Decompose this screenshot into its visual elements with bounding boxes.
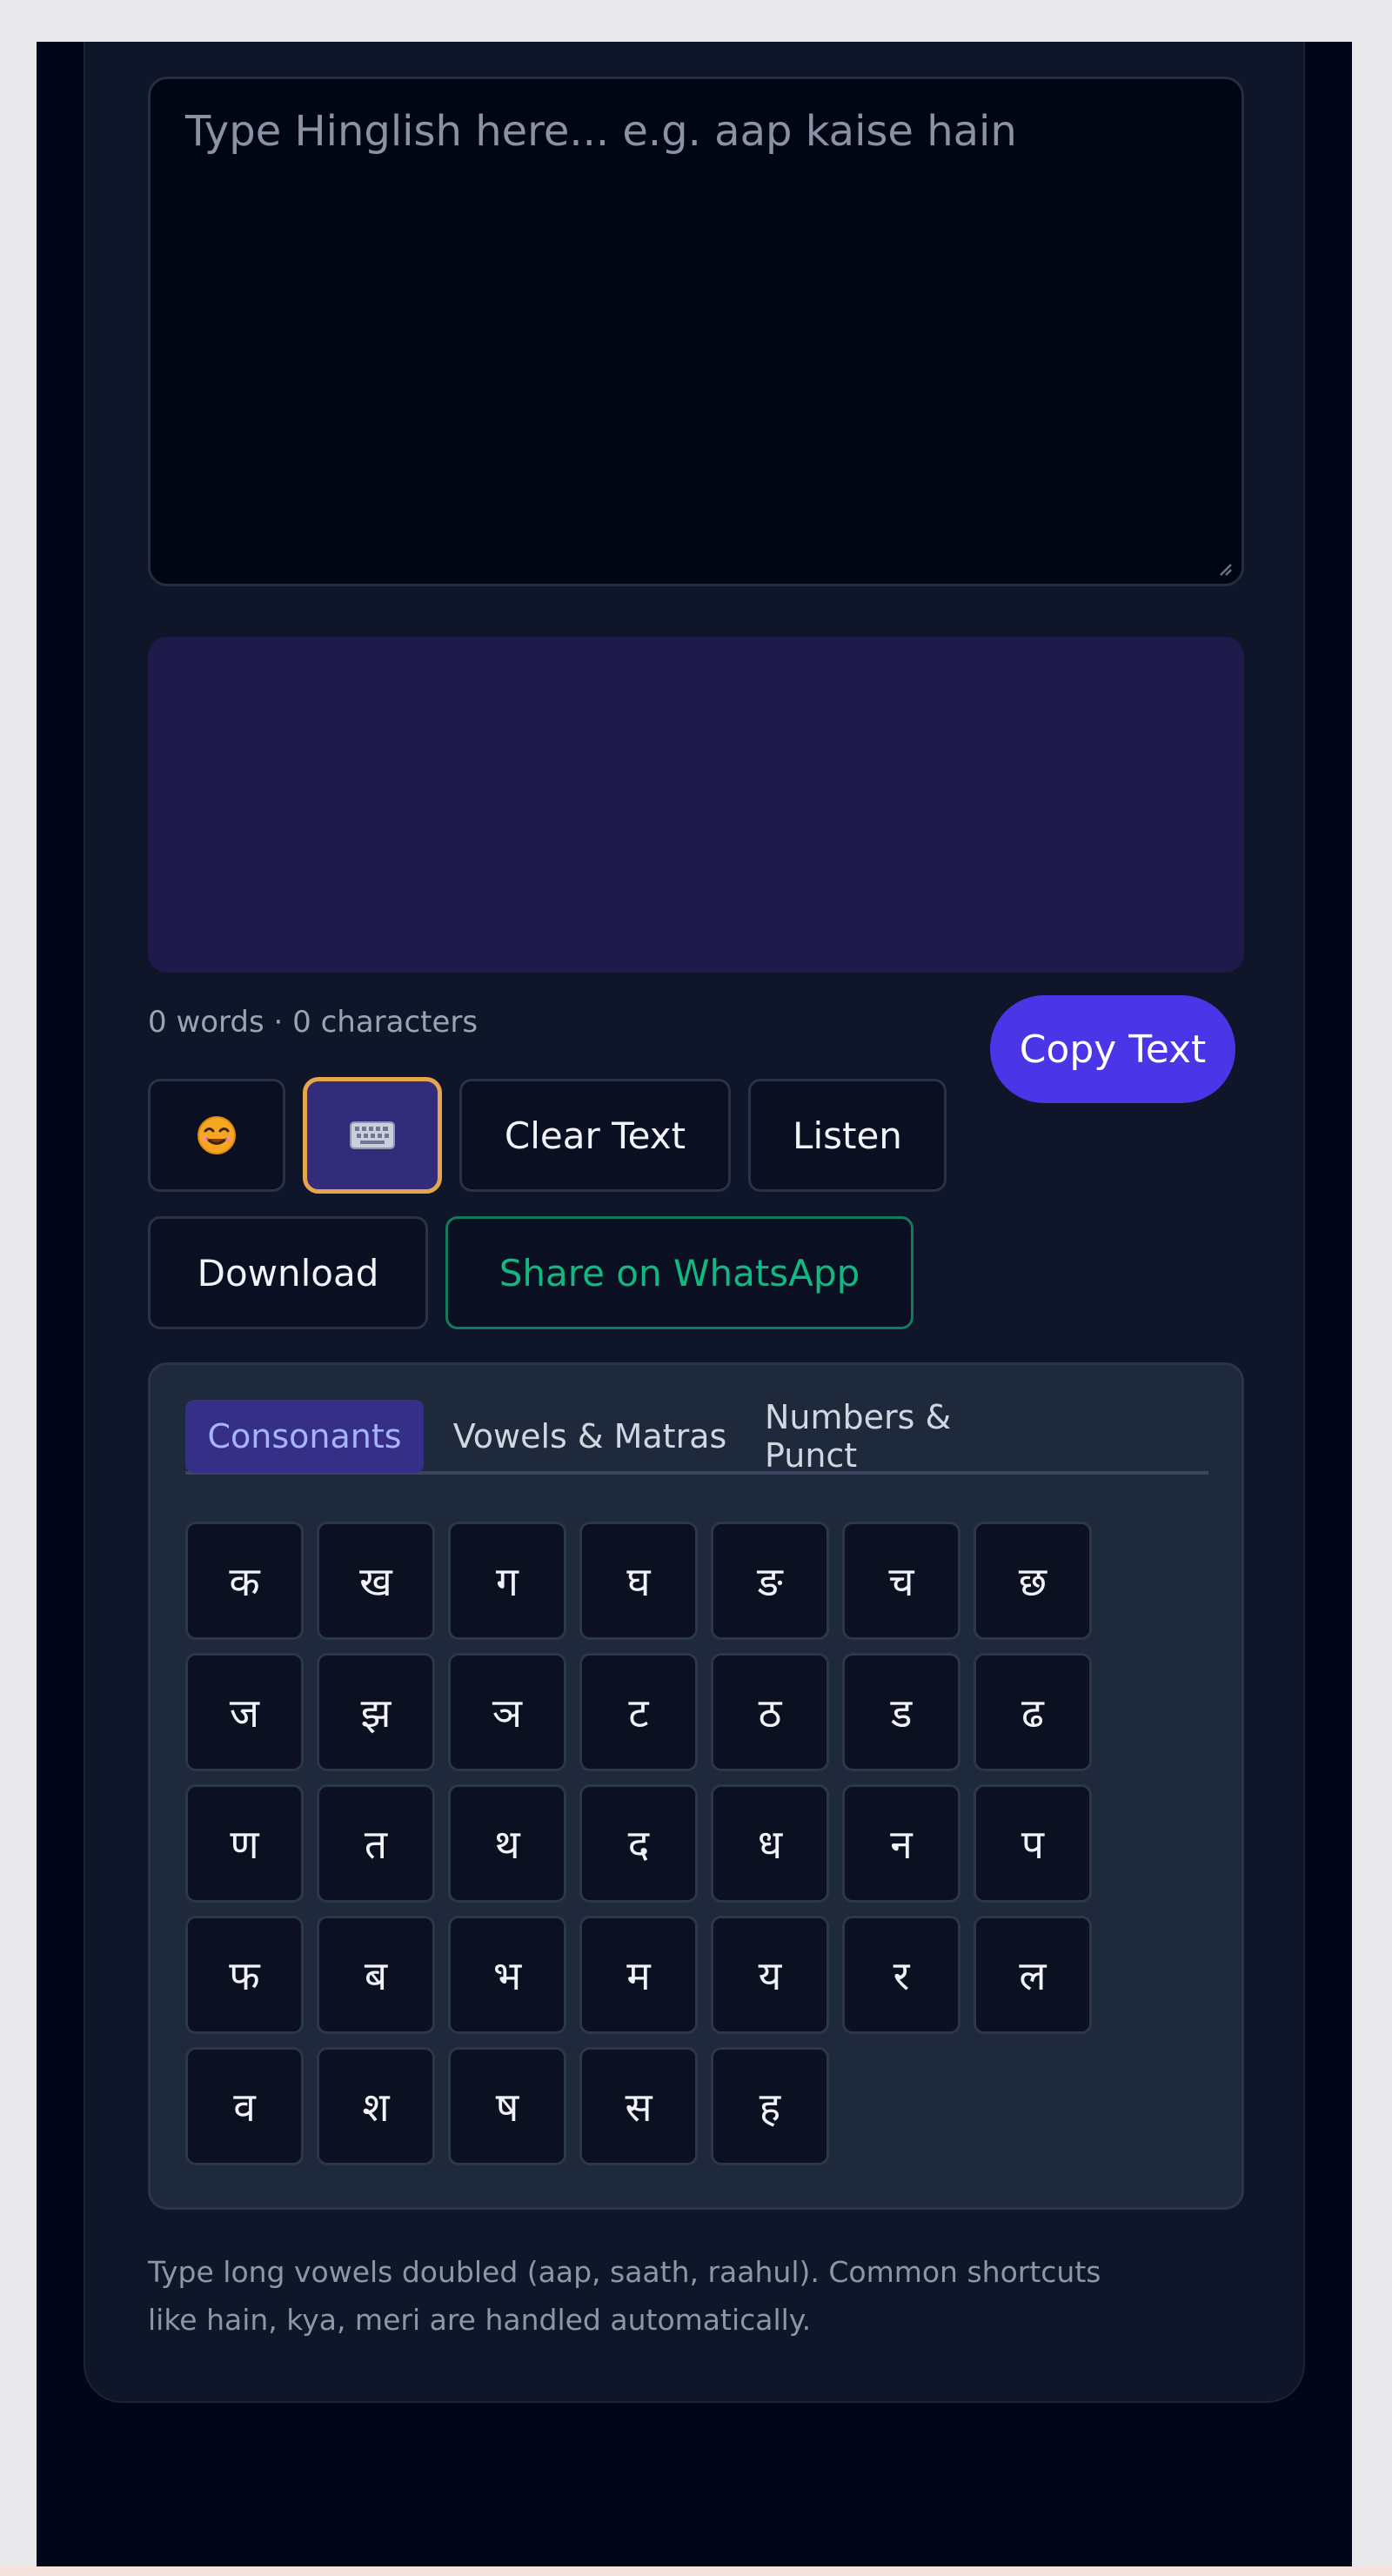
keyboard-key[interactable]: ड	[842, 1653, 960, 1771]
keyboard-key[interactable]: य	[711, 1916, 829, 2034]
keyboard-key[interactable]: भ	[448, 1916, 566, 2034]
keyboard-key[interactable]: ग	[448, 1522, 566, 1640]
keyboard-key[interactable]: ब	[317, 1916, 435, 2034]
resize-handle-icon[interactable]	[1217, 561, 1233, 577]
keyboard-key[interactable]: ज	[185, 1653, 304, 1771]
copy-text-button[interactable]: Copy Text	[990, 995, 1235, 1103]
keyboard-key[interactable]: ह	[711, 2047, 829, 2165]
clear-text-button[interactable]: Clear Text	[459, 1079, 731, 1192]
keyboard-key[interactable]: ल	[974, 1916, 1092, 2034]
keyboard-key[interactable]: घ	[579, 1522, 698, 1640]
keyboard-key[interactable]: ख	[317, 1522, 435, 1640]
keyboard-key[interactable]: ढ	[974, 1653, 1092, 1771]
download-button[interactable]: Download	[148, 1216, 428, 1329]
keyboard-key[interactable]: झ	[317, 1653, 435, 1771]
tab-numbers-punct[interactable]: Numbers & Punct	[765, 1398, 1041, 1475]
keyboard-tabs: Consonants Vowels & Matras Numbers & Pun…	[185, 1398, 1208, 1475]
keyboard-key[interactable]: त	[317, 1784, 435, 1903]
keyboard-key[interactable]: न	[842, 1784, 960, 1903]
keyboard-key[interactable]: श	[317, 2047, 435, 2165]
transliterator-card: Type Hinglish here... e.g. aap kaise hai…	[84, 42, 1305, 2403]
hint-line: Type long vowels doubled (aap, saath, ra…	[148, 2255, 1101, 2289]
keyboard-key[interactable]: च	[842, 1522, 960, 1640]
keyboard-key[interactable]: ठ	[711, 1653, 829, 1771]
keyboard-key[interactable]: र	[842, 1916, 960, 2034]
input-placeholder: Type Hinglish here... e.g. aap kaise hai…	[185, 107, 1017, 156]
usage-hint: Type long vowels doubled (aap, saath, ra…	[148, 2248, 1244, 2344]
hint-line: like hain, kya, meri are handled automat…	[148, 2303, 812, 2337]
listen-button[interactable]: Listen	[748, 1079, 947, 1192]
keyboard-key[interactable]: क	[185, 1522, 304, 1640]
keyboard-key[interactable]: ध	[711, 1784, 829, 1903]
keyboard-icon	[350, 1121, 395, 1149]
keyboard-key[interactable]: ण	[185, 1784, 304, 1903]
keyboard-key[interactable]: फ	[185, 1916, 304, 2034]
devanagari-output	[148, 637, 1244, 973]
tab-vowels-matras[interactable]: Vowels & Matras	[446, 1400, 733, 1473]
keyboard-key[interactable]: ष	[448, 2047, 566, 2165]
keyboard-key[interactable]: छ	[974, 1522, 1092, 1640]
keyboard-key[interactable]: व	[185, 2047, 304, 2165]
keyboard-toggle-button[interactable]	[303, 1077, 442, 1194]
keyboard-key[interactable]: प	[974, 1784, 1092, 1903]
tab-consonants[interactable]: Consonants	[185, 1400, 424, 1473]
keyboard-key[interactable]: ञ	[448, 1653, 566, 1771]
keyboard-key[interactable]: द	[579, 1784, 698, 1903]
share-whatsapp-button[interactable]: Share on WhatsApp	[445, 1216, 914, 1329]
keyboard-key[interactable]: स	[579, 2047, 698, 2165]
devanagari-keyboard: Consonants Vowels & Matras Numbers & Pun…	[148, 1362, 1244, 2210]
keyboard-key[interactable]: ङ	[711, 1522, 829, 1640]
keyboard-key[interactable]: ट	[579, 1653, 698, 1771]
hinglish-input[interactable]: Type Hinglish here... e.g. aap kaise hai…	[148, 77, 1244, 586]
page-background: Type Hinglish here... e.g. aap kaise hai…	[37, 42, 1352, 2566]
keyboard-key[interactable]: थ	[448, 1784, 566, 1903]
emoji-button[interactable]	[148, 1079, 285, 1192]
smiley-face-icon	[197, 1116, 236, 1154]
keyboard-key[interactable]: म	[579, 1916, 698, 2034]
window-bottom-edge	[0, 2566, 1392, 2576]
